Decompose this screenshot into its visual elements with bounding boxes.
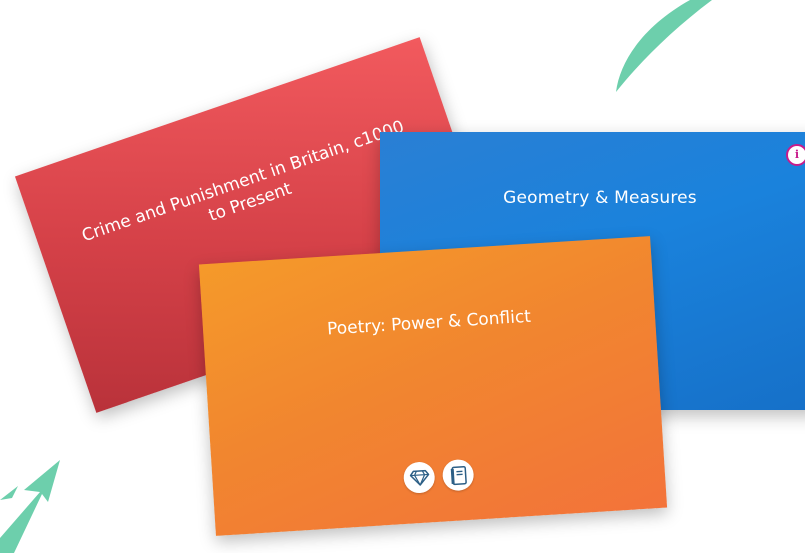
card-title: Crime and Punishment in Britain, c1000 t…	[79, 116, 407, 247]
card-title: Poetry: Power & Conflict	[326, 306, 532, 340]
card-title: Geometry & Measures	[503, 188, 697, 208]
gem-icon[interactable]	[402, 461, 436, 494]
info-icon[interactable]: i	[786, 144, 805, 166]
flashcard-stage: Crime and Punishment in Britain, c1000 t…	[0, 0, 805, 553]
flashcard-poetry-power-conflict[interactable]: Poetry: Power & Conflict	[198, 236, 668, 536]
book-icon[interactable]	[441, 458, 475, 492]
card-icon-row	[212, 447, 665, 506]
